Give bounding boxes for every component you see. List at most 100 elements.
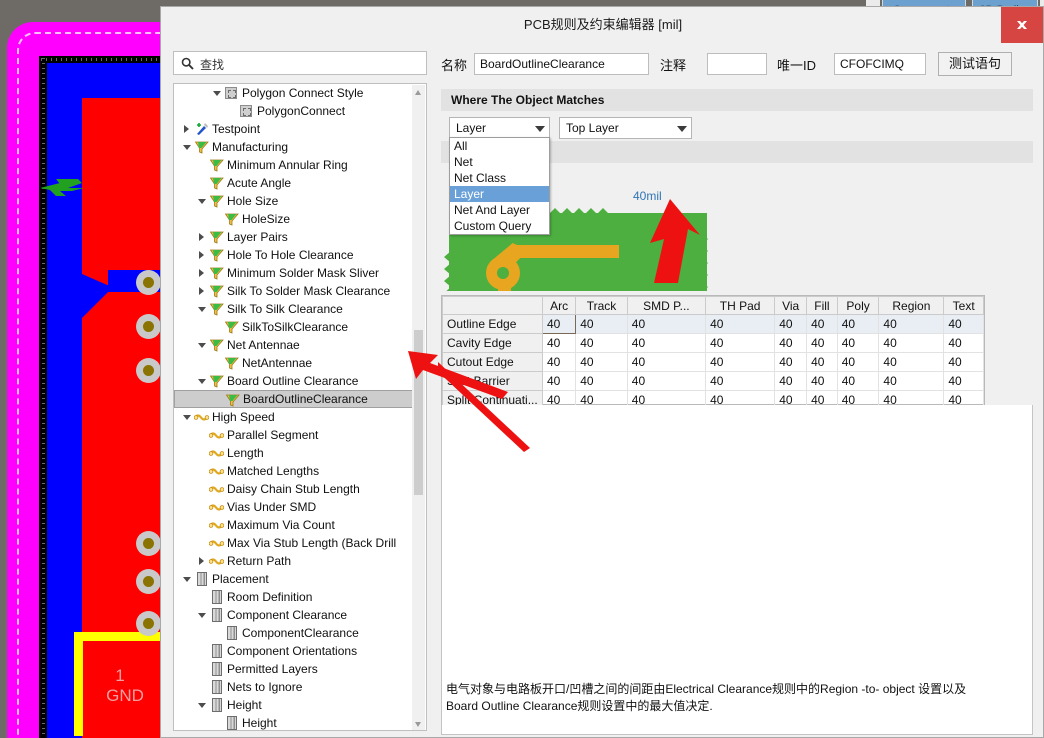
tree-expander-icon[interactable] [180,138,193,156]
tree-item-minimum-solder-mask-sliver[interactable]: Minimum Solder Mask Sliver [174,264,414,282]
tree-expander-icon[interactable] [195,696,208,714]
tree-item-testpoint[interactable]: Testpoint [174,120,414,138]
close-button[interactable] [1001,7,1043,43]
table-cell[interactable]: 40 [575,333,628,353]
tree-item-component-clearance[interactable]: Component Clearance [174,606,414,624]
table-col-header-fill[interactable]: Fill [806,296,838,315]
table-col-header-th-pad[interactable]: TH Pad [705,296,776,315]
unique-id-field[interactable]: CFOFCIMQ [834,53,926,75]
table-cell[interactable]: 40 [836,352,880,372]
tree-item-holesize[interactable]: HoleSize [174,210,414,228]
table-col-header-track[interactable]: Track [575,296,628,315]
table-cell[interactable]: 40 [575,352,628,372]
dropdown-option-net-and-layer[interactable]: Net And Layer [450,202,549,218]
table-cell[interactable]: 40 [541,352,577,372]
table-cell[interactable]: 40 [774,314,808,334]
table-cell[interactable]: 40 [943,352,984,372]
table-cell[interactable]: 40 [943,371,984,391]
table-col-header-region[interactable]: Region [878,296,945,315]
tree-expander-icon[interactable] [195,336,208,354]
tree-item-maximum-via-count[interactable]: Maximum Via Count [174,516,414,534]
tree-item-max-via-stub-length-back-drill[interactable]: Max Via Stub Length (Back Drill [174,534,414,552]
tree-expander-icon[interactable] [180,570,193,588]
table-col-header-smd-p[interactable]: SMD P... [626,296,707,315]
dropdown-option-custom-query[interactable]: Custom Query [450,218,549,234]
tree-item-room-definition[interactable]: Room Definition [174,588,414,606]
table-cell[interactable]: 40 [541,314,577,334]
tree-item-manufacturing[interactable]: Manufacturing [174,138,414,156]
table-cell[interactable]: 40 [774,333,808,353]
dropdown-option-net[interactable]: Net [450,154,549,170]
table-cell[interactable]: 40 [575,371,628,391]
scroll-up-arrow-icon[interactable] [412,85,425,99]
table-cell[interactable]: 40 [878,352,945,372]
table-row-header[interactable]: Outline Edge [442,314,543,334]
test-query-button[interactable]: 测试语句 [938,52,1012,76]
tree-collapser-icon[interactable] [195,228,208,246]
dropdown-option-net-class[interactable]: Net Class [450,170,549,186]
table-cell[interactable]: 40 [943,314,984,334]
tree-item-height[interactable]: Height [174,714,414,730]
scroll-down-arrow-icon[interactable] [412,717,425,730]
tree-item-layer-pairs[interactable]: Layer Pairs [174,228,414,246]
tree-expander-icon[interactable] [195,192,208,210]
tree-item-daisy-chain-stub-length[interactable]: Daisy Chain Stub Length [174,480,414,498]
table-cell[interactable]: 40 [806,333,838,353]
tree-collapser-icon[interactable] [180,120,193,138]
table-cell[interactable]: 40 [626,333,707,353]
name-field[interactable]: BoardOutlineClearance [474,53,649,75]
tree-item-boardoutlineclearance[interactable]: BoardOutlineClearance [174,390,414,408]
tree-item-componentclearance[interactable]: ComponentClearance [174,624,414,642]
tree-item-vias-under-smd[interactable]: Vias Under SMD [174,498,414,516]
table-cell[interactable]: 40 [774,352,808,372]
tree-item-return-path[interactable]: Return Path [174,552,414,570]
tree-item-permitted-layers[interactable]: Permitted Layers [174,660,414,678]
tree-item-placement[interactable]: Placement [174,570,414,588]
tree-expander-icon[interactable] [180,408,193,426]
scope-combo[interactable]: Layer [449,117,550,139]
table-corner-header[interactable] [442,296,543,315]
tree-collapser-icon[interactable] [195,552,208,570]
tree-collapser-icon[interactable] [195,246,208,264]
table-col-header-text[interactable]: Text [943,296,984,315]
table-cell[interactable]: 40 [705,314,776,334]
tree-collapser-icon[interactable] [195,264,208,282]
tree-collapser-icon[interactable] [195,282,208,300]
table-cell[interactable]: 40 [878,314,945,334]
table-cell[interactable]: 40 [943,333,984,353]
constraints-table[interactable]: Arc Track SMD P... TH Pad Via Fill Poly Region T… [441,295,985,410]
tree-item-high-speed[interactable]: High Speed [174,408,414,426]
tree-item-acute-angle[interactable]: Acute Angle [174,174,414,192]
rules-tree[interactable]: Polygon Connect Style PolygonConnect Testp… [173,83,427,731]
table-row-header[interactable]: Split Barrier [442,371,543,391]
table-cell[interactable]: 40 [626,352,707,372]
table-cell[interactable]: 40 [705,371,776,391]
table-cell[interactable]: 40 [836,333,880,353]
tree-expander-icon[interactable] [210,84,223,102]
table-cell[interactable]: 40 [705,333,776,353]
comment-field[interactable] [707,53,767,75]
tree-item-silktosilkclearance[interactable]: SilkToSilkClearance [174,318,414,336]
tree-item-silk-to-solder-mask-clearance[interactable]: Silk To Solder Mask Clearance [174,282,414,300]
table-cell[interactable]: 40 [541,333,577,353]
table-col-header-poly[interactable]: Poly [836,296,880,315]
table-cell[interactable]: 40 [541,371,577,391]
table-row-header[interactable]: Cutout Edge [442,352,543,372]
table-row-header[interactable]: Cavity Edge [442,333,543,353]
tree-item-length[interactable]: Length [174,444,414,462]
table-cell[interactable]: 40 [626,314,707,334]
tree-item-board-outline-clearance[interactable]: Board Outline Clearance [174,372,414,390]
tree-expander-icon[interactable] [195,300,208,318]
table-cell[interactable]: 40 [836,371,880,391]
dropdown-option-layer[interactable]: Layer [450,186,549,202]
tree-item-silk-to-silk-clearance[interactable]: Silk To Silk Clearance [174,300,414,318]
layer-combo[interactable]: Top Layer [559,117,692,139]
tree-item-nets-to-ignore[interactable]: Nets to Ignore [174,678,414,696]
table-cell[interactable]: 40 [806,371,838,391]
tree-expander-icon[interactable] [195,606,208,624]
tree-expander-icon[interactable] [195,372,208,390]
table-cell[interactable]: 40 [774,371,808,391]
table-cell[interactable]: 40 [626,371,707,391]
tree-item-matched-lengths[interactable]: Matched Lengths [174,462,414,480]
tree-vertical-scrollbar[interactable] [412,85,425,730]
